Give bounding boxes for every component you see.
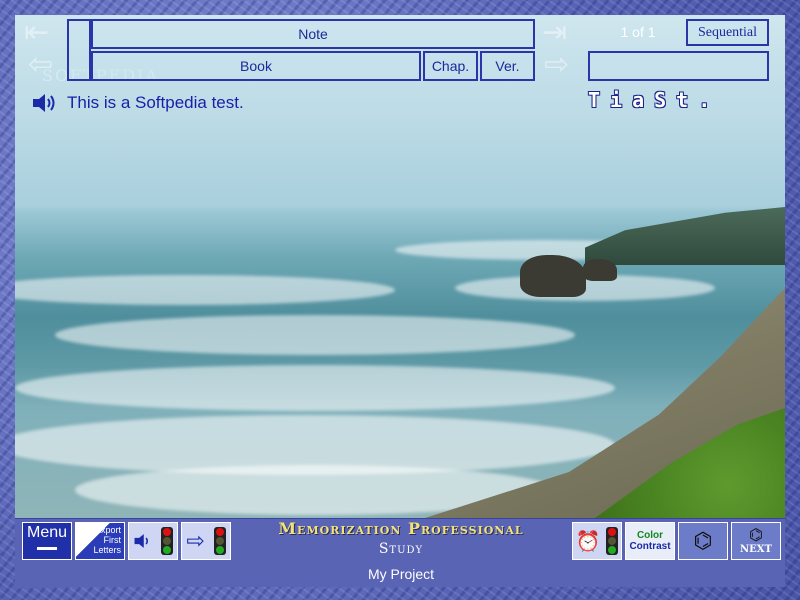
- chapter-field[interactable]: Chap.: [423, 51, 478, 81]
- next-page-icon[interactable]: ⇨: [544, 50, 569, 80]
- page-indicator: 1 of 1: [620, 24, 656, 40]
- export-label-line1: Export: [94, 525, 121, 535]
- book-label: Book: [240, 58, 272, 74]
- note-label: Note: [298, 26, 328, 42]
- chapter-label: Chap.: [431, 58, 470, 74]
- menu-label: Menu: [26, 524, 68, 541]
- book-field[interactable]: Book: [91, 51, 421, 81]
- previous-page-icon[interactable]: ⇦: [28, 50, 53, 80]
- verse-text: This is a Softpedia test.: [67, 93, 244, 112]
- note-field[interactable]: Note: [91, 19, 535, 49]
- export-first-letters-button[interactable]: Export First Letters: [75, 522, 125, 560]
- export-label-line2: First: [103, 535, 122, 545]
- first-letters-hint: TiaSt.: [588, 88, 721, 112]
- binoculars-icon: ⌬: [693, 528, 713, 553]
- menu-button[interactable]: Menu: [22, 522, 72, 560]
- app-subtitle: Study: [378, 541, 424, 557]
- next-button[interactable]: ⌬ NEXT: [731, 522, 781, 560]
- color-label: Color: [636, 530, 664, 541]
- binoculars-icon: ⌬: [749, 526, 763, 544]
- alarm-clock-icon: ⏰: [575, 530, 601, 553]
- color-contrast-button[interactable]: Color Contrast: [625, 522, 675, 560]
- auto-advance-button[interactable]: ⇨: [181, 522, 231, 560]
- mode-button[interactable]: Sequential: [686, 19, 769, 46]
- traffic-light-icon: [213, 527, 226, 555]
- contrast-label: Contrast: [629, 541, 671, 552]
- mode-label: Sequential: [697, 24, 758, 40]
- timer-button[interactable]: ⏰: [572, 522, 622, 560]
- export-label-line3: Letters: [93, 545, 121, 555]
- last-page-icon[interactable]: ⇥: [542, 18, 567, 48]
- next-label: NEXT: [740, 543, 772, 555]
- speaker-icon: [134, 534, 148, 548]
- first-page-icon[interactable]: ⇤: [24, 18, 49, 48]
- blank-field[interactable]: [588, 51, 769, 81]
- speaker-icon[interactable]: [31, 92, 57, 114]
- side-panel-box: [67, 19, 91, 81]
- project-name: My Project: [367, 566, 435, 582]
- traffic-light-icon: [606, 527, 619, 555]
- arrow-right-icon: ⇨: [186, 528, 205, 553]
- verse-field[interactable]: Ver.: [480, 51, 535, 81]
- traffic-light-icon: [161, 527, 173, 555]
- speak-toggle-button[interactable]: [128, 522, 178, 560]
- reveal-button[interactable]: ⌬: [678, 522, 728, 560]
- verse-label: Ver.: [495, 58, 520, 74]
- app-title: Memorization Professional: [278, 519, 524, 538]
